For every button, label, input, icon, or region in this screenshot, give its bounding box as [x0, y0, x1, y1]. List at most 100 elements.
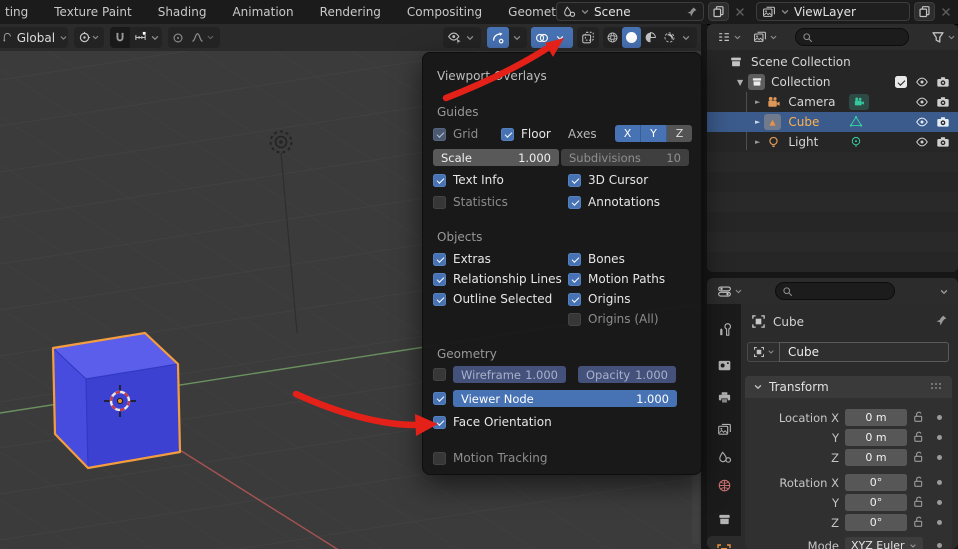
xray-toggle[interactable]	[577, 27, 599, 48]
shading-material-button[interactable]	[641, 27, 660, 48]
statistics-checkbox[interactable]	[433, 195, 446, 209]
grid-checkbox-row[interactable]: Grid	[433, 127, 478, 141]
pin-icon[interactable]	[935, 314, 948, 327]
axis-x-toggle[interactable]: X	[615, 125, 641, 142]
id-type-dropdown[interactable]	[747, 342, 779, 362]
overlays-dropdown-chevron-icon[interactable]	[555, 33, 565, 43]
text-info-row[interactable]: Text Info	[433, 173, 504, 187]
location-z-field[interactable]: 0 m	[845, 449, 907, 466]
animate-dot[interactable]	[937, 435, 942, 440]
chevron-down-icon[interactable]	[734, 287, 743, 296]
viewer-node-checkbox[interactable]	[433, 392, 446, 405]
outline-selected-checkbox[interactable]	[433, 292, 446, 306]
tab-scene[interactable]	[707, 444, 741, 470]
animate-dot[interactable]	[937, 543, 942, 548]
wireframe-toggle-row[interactable]	[433, 368, 446, 381]
lock-icon[interactable]	[912, 450, 925, 463]
shading-wireframe-button[interactable]	[603, 27, 622, 48]
origins-all-row[interactable]: Origins (All)	[568, 312, 659, 326]
falloff-button[interactable]	[188, 27, 206, 48]
viewer-node-slider[interactable]: Viewer Node 1.000	[453, 390, 677, 407]
motion-tracking-row[interactable]: Motion Tracking	[433, 451, 547, 465]
tab-output[interactable]	[707, 384, 741, 410]
cursor-row[interactable]: 3D Cursor	[568, 173, 648, 187]
viewer-node-toggle-row[interactable]	[433, 392, 446, 405]
collection-enable-checkbox[interactable]	[895, 76, 907, 88]
view-layer-selector[interactable]: ViewLayer	[756, 2, 910, 21]
floor-checkbox[interactable]	[501, 127, 514, 141]
tab-texture-paint[interactable]: Texture Paint	[41, 0, 144, 24]
transform-orientation-dropdown[interactable]: Global	[0, 27, 68, 48]
object-name-field[interactable]: Cube	[779, 342, 949, 362]
outliner-row-cube[interactable]: ► Cube	[707, 112, 958, 132]
outline-selected-row[interactable]: Outline Selected	[433, 292, 552, 306]
panel-grip-icon[interactable]	[930, 382, 944, 392]
view-layer-remove-icon[interactable]	[940, 6, 952, 18]
rotation-x-field[interactable]: 0°	[845, 474, 907, 491]
tab-render[interactable]	[707, 352, 741, 378]
filter-funnel-icon[interactable]	[931, 30, 945, 44]
view-layer-new-button[interactable]	[914, 2, 935, 21]
disable-render-camera-icon[interactable]	[936, 95, 950, 109]
tab-collection[interactable]	[707, 506, 741, 532]
tab-world[interactable]	[707, 472, 741, 498]
text-info-checkbox[interactable]	[433, 173, 446, 187]
show-overlays-toggle[interactable]	[531, 27, 553, 48]
disable-render-camera-icon[interactable]	[936, 75, 950, 89]
hide-eye-icon[interactable]	[915, 75, 929, 89]
relationship-lines-row[interactable]: Relationship Lines	[433, 272, 562, 286]
object-visibility-button[interactable]	[443, 27, 465, 48]
light-data-icon[interactable]	[849, 135, 863, 149]
chevron-down-icon[interactable]	[681, 33, 691, 43]
grid-subdivisions-slider[interactable]: Subdivisions 10	[561, 149, 689, 166]
shading-rendered-button[interactable]	[660, 27, 679, 48]
opacity-slider[interactable]: Opacity 1.000	[578, 366, 676, 383]
bones-checkbox[interactable]	[568, 252, 581, 266]
chevron-down-icon[interactable]	[769, 33, 778, 42]
tab-tool[interactable]	[707, 316, 741, 342]
snap-toggle[interactable]	[110, 27, 130, 48]
grid-checkbox[interactable]	[433, 127, 446, 141]
rotation-y-field[interactable]: 0°	[845, 494, 907, 511]
annotations-checkbox[interactable]	[568, 195, 581, 209]
chevron-down-icon[interactable]	[947, 33, 956, 42]
face-orientation-row[interactable]: Face Orientation	[433, 415, 552, 429]
tab-rendering[interactable]: Rendering	[307, 0, 394, 24]
outliner-row-camera[interactable]: ► Camera	[707, 92, 958, 112]
camera-data-badge[interactable]	[849, 94, 869, 110]
wireframe-slider[interactable]: Wireframe 1.000	[453, 366, 566, 383]
animate-dot[interactable]	[937, 500, 942, 505]
disclosure-right-icon[interactable]: ►	[755, 118, 760, 126]
scene-new-button[interactable]	[708, 2, 729, 21]
extras-checkbox[interactable]	[433, 252, 446, 266]
shading-solid-button[interactable]	[622, 27, 641, 48]
rotation-z-field[interactable]: 0°	[845, 514, 907, 531]
origins-row[interactable]: Origins	[568, 292, 631, 306]
tab-object[interactable]	[707, 536, 741, 549]
lock-icon[interactable]	[912, 430, 925, 443]
floor-checkbox-row[interactable]: Floor	[501, 127, 551, 141]
face-orientation-checkbox[interactable]	[433, 415, 446, 429]
location-x-field[interactable]: 0 m	[845, 409, 907, 426]
motion-paths-row[interactable]: Motion Paths	[568, 272, 665, 286]
axis-y-toggle[interactable]: Y	[641, 125, 667, 142]
tab-compositing[interactable]: Compositing	[394, 0, 495, 24]
relationship-lines-checkbox[interactable]	[433, 272, 446, 286]
chevron-down-icon[interactable]	[733, 33, 742, 42]
animate-dot[interactable]	[937, 480, 942, 485]
display-mode-icon[interactable]	[753, 30, 767, 44]
disclosure-right-icon[interactable]: ►	[755, 138, 760, 146]
animate-dot[interactable]	[937, 520, 942, 525]
scene-unlink-icon[interactable]	[734, 6, 746, 18]
mesh-data-icon[interactable]	[849, 115, 863, 129]
chevron-down-icon[interactable]	[206, 33, 215, 42]
motion-tracking-checkbox[interactable]	[433, 451, 446, 465]
wireframe-checkbox[interactable]	[433, 368, 446, 381]
origins-all-checkbox[interactable]	[568, 312, 581, 326]
chevron-down-icon[interactable]	[150, 33, 160, 43]
annotations-row[interactable]: Annotations	[568, 195, 660, 209]
tab-animation[interactable]: Animation	[219, 0, 306, 24]
grid-scale-slider[interactable]: Scale 1.000	[433, 149, 559, 166]
animate-dot[interactable]	[937, 455, 942, 460]
motion-paths-checkbox[interactable]	[568, 272, 581, 286]
